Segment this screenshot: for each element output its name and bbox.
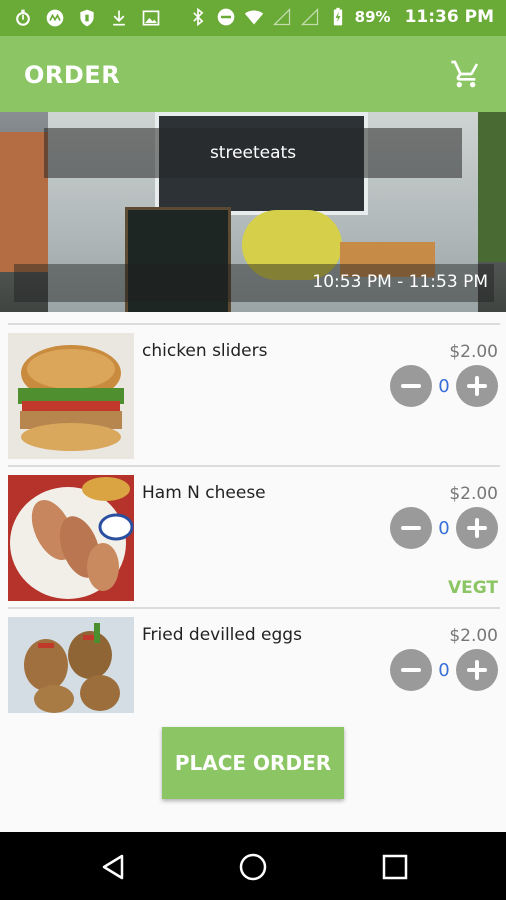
vegetarian-tag: VEGT — [447, 578, 498, 598]
stopwatch-icon — [12, 7, 34, 29]
divider — [8, 607, 500, 609]
place-order-button[interactable]: PLACE ORDER — [162, 727, 344, 799]
quantity-stepper: 0 — [390, 365, 498, 407]
divider — [8, 465, 500, 467]
signal-icon — [299, 6, 321, 28]
increase-quantity-button[interactable] — [456, 365, 498, 407]
vendor-hours: 10:53 PM - 11:53 PM — [312, 272, 488, 292]
cart-icon[interactable] — [450, 58, 482, 90]
status-time: 11:36 PM — [404, 7, 494, 27]
list-item: Ham N cheese $2.00 0 VEGT — [0, 475, 506, 605]
signal-icon — [271, 6, 293, 28]
tree — [478, 112, 506, 262]
moto-icon — [44, 7, 66, 29]
decrease-quantity-button[interactable] — [390, 649, 432, 691]
recents-icon[interactable] — [380, 852, 410, 882]
vendor-banner-image: streeteats 10:53 PM - 11:53 PM — [0, 112, 506, 312]
decrease-quantity-button[interactable] — [390, 365, 432, 407]
increase-quantity-button[interactable] — [456, 507, 498, 549]
vendor-name: streeteats — [209, 143, 297, 163]
item-price: $2.00 — [449, 484, 498, 504]
home-icon[interactable] — [238, 852, 268, 882]
quantity-value: 0 — [438, 517, 450, 539]
bluetooth-icon — [187, 6, 209, 28]
wifi-icon — [243, 6, 265, 28]
download-icon — [108, 7, 130, 29]
shield-icon — [76, 7, 98, 29]
status-bar: 89% 11:36 PM — [0, 0, 506, 36]
item-name: Ham N cheese — [142, 483, 266, 503]
ham-n-cheese-photo — [8, 475, 134, 601]
divider — [8, 323, 500, 325]
list-item: chicken sliders $2.00 0 — [0, 333, 506, 463]
item-price: $2.00 — [449, 626, 498, 646]
system-nav-bar — [0, 832, 506, 900]
image-icon — [140, 7, 162, 29]
item-price: $2.00 — [449, 342, 498, 362]
decrease-quantity-button[interactable] — [390, 507, 432, 549]
quantity-value: 0 — [438, 375, 450, 397]
battery-percentage: 89% — [354, 8, 391, 26]
chicken-sliders-photo — [8, 333, 134, 459]
app-bar: ORDER — [0, 36, 506, 112]
quantity-stepper: 0 — [390, 649, 498, 691]
vendor-hours-overlay: 10:53 PM - 11:53 PM — [14, 264, 494, 302]
do-not-disturb-icon — [215, 6, 237, 28]
page-title: ORDER — [24, 61, 121, 89]
increase-quantity-button[interactable] — [456, 649, 498, 691]
fried-devilled-eggs-photo — [8, 617, 134, 713]
brick-wall — [0, 132, 48, 272]
quantity-stepper: 0 — [390, 507, 498, 549]
item-name: Fried devilled eggs — [142, 625, 302, 645]
item-name: chicken sliders — [142, 341, 268, 361]
back-icon[interactable] — [98, 852, 128, 882]
vendor-name-overlay: streeteats — [44, 128, 462, 178]
battery-icon — [327, 6, 349, 28]
quantity-value: 0 — [438, 659, 450, 681]
